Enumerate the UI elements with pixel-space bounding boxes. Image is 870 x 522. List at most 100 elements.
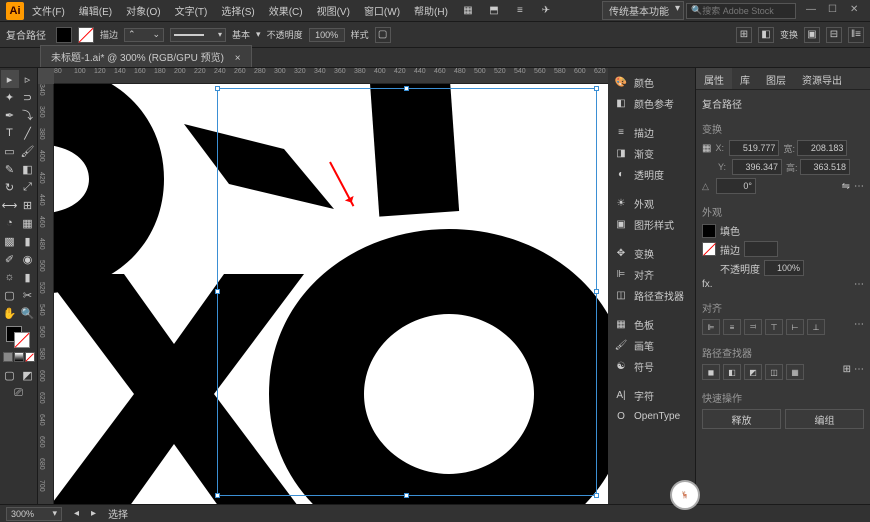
tab-export[interactable]: 资源导出: [794, 68, 850, 89]
align-bottom-button[interactable]: ⊥: [807, 319, 825, 335]
more-align-icon[interactable]: ⋯: [854, 319, 864, 335]
menu-text[interactable]: 文字(T): [169, 1, 214, 20]
symbol-sprayer-tool[interactable]: ☼: [1, 268, 19, 286]
opacity-input[interactable]: [309, 28, 345, 42]
width-input[interactable]: 208.183: [797, 140, 847, 156]
unite-button[interactable]: ◼: [702, 364, 720, 380]
minus-front-button[interactable]: ◧: [723, 364, 741, 380]
workspace-selector[interactable]: 传统基本功能: [602, 1, 684, 20]
nav-next-icon[interactable]: ▸: [91, 508, 96, 519]
eraser-tool[interactable]: ◧: [19, 160, 37, 178]
selection-handle-s[interactable]: [404, 493, 409, 498]
tab-layers[interactable]: 图层: [758, 68, 794, 89]
color-mode-icon[interactable]: [3, 352, 13, 362]
prop-fill-swatch[interactable]: [702, 224, 716, 238]
prop-stroke-weight[interactable]: [744, 241, 778, 257]
tab-libraries[interactable]: 库: [732, 68, 758, 89]
minimize-button[interactable]: —: [806, 4, 820, 18]
bridge-icon[interactable]: ▦: [460, 3, 476, 19]
hand-tool[interactable]: ✋: [1, 304, 19, 322]
type-tool[interactable]: T: [1, 124, 19, 142]
panel-opentype[interactable]: OOpenType: [608, 406, 695, 426]
more-appearance-icon[interactable]: ⋯: [854, 279, 864, 290]
blend-tool[interactable]: ◉: [19, 250, 37, 268]
gradient-mode-icon[interactable]: [14, 352, 24, 362]
scale-tool[interactable]: ⤢: [19, 178, 37, 196]
pref-icon[interactable]: ⊟: [826, 27, 842, 43]
expand-icon[interactable]: ⊞: [843, 364, 851, 380]
artboard-tool[interactable]: ▢: [1, 286, 19, 304]
paintbrush-tool[interactable]: 🖌: [19, 142, 37, 160]
stroke-swatch[interactable]: [78, 27, 94, 43]
y-input[interactable]: 396.347: [732, 159, 782, 175]
shape-icon[interactable]: ◧: [758, 27, 774, 43]
panel-color-guide[interactable]: ◧颜色参考: [608, 93, 695, 114]
none-mode-icon[interactable]: [25, 352, 35, 362]
document-tab[interactable]: 未标题-1.ai* @ 300% (RGB/GPU 预览) ×: [40, 45, 252, 67]
menu-select[interactable]: 选择(S): [215, 1, 260, 20]
angle-input[interactable]: 0°: [716, 178, 756, 194]
menu-edit[interactable]: 编辑(E): [73, 1, 118, 20]
menu-object[interactable]: 对象(O): [120, 1, 166, 20]
tab-close-icon[interactable]: ×: [235, 53, 241, 64]
more-icon[interactable]: ‖≡: [848, 27, 864, 43]
panel-align[interactable]: ⊫对齐: [608, 264, 695, 285]
ungroup-button[interactable]: 编组: [785, 409, 864, 429]
lasso-tool[interactable]: ⊃: [19, 88, 37, 106]
panel-color[interactable]: 🎨颜色: [608, 72, 695, 93]
mesh-tool[interactable]: ▩: [1, 232, 19, 250]
artboard[interactable]: [54, 84, 608, 504]
x-input[interactable]: 519.777: [729, 140, 779, 156]
gradient-tool[interactable]: ▮: [19, 232, 37, 250]
curvature-tool[interactable]: ⤵: [19, 106, 37, 124]
menu-view[interactable]: 视图(V): [311, 1, 356, 20]
menu-effect[interactable]: 效果(C): [263, 1, 309, 20]
selection-handle-se[interactable]: [594, 493, 599, 498]
height-input[interactable]: 363.518: [800, 159, 850, 175]
selection-handle-e[interactable]: [594, 289, 599, 294]
width-tool[interactable]: ⟷: [1, 196, 19, 214]
panel-gradient[interactable]: ◨渐变: [608, 143, 695, 164]
maximize-button[interactable]: ☐: [828, 4, 842, 18]
pen-tool[interactable]: ✒: [1, 106, 19, 124]
draw-behind-icon[interactable]: ◩: [19, 366, 37, 384]
magic-wand-tool[interactable]: ✦: [1, 88, 19, 106]
nav-prev-icon[interactable]: ◂: [74, 508, 79, 519]
menu-file[interactable]: 文件(F): [26, 1, 71, 20]
selection-handle-w[interactable]: [215, 289, 220, 294]
align-left-button[interactable]: ⊫: [702, 319, 720, 335]
stroke-weight-input[interactable]: ⌃⌄: [124, 28, 164, 42]
stroke-profile-select[interactable]: [170, 28, 226, 42]
panel-pathfinder[interactable]: ◫路径查找器: [608, 285, 695, 306]
free-transform-tool[interactable]: ⊞: [19, 196, 37, 214]
align-hcenter-button[interactable]: ≡: [723, 319, 741, 335]
send-icon[interactable]: ✈: [538, 3, 554, 19]
exclude-button[interactable]: ◫: [765, 364, 783, 380]
transform-link[interactable]: 变换: [780, 28, 798, 41]
reference-point-icon[interactable]: ▦: [702, 143, 711, 154]
release-button[interactable]: 释放: [702, 409, 781, 429]
stroke-color-swatch[interactable]: [14, 332, 30, 348]
fx-label[interactable]: fx.: [702, 279, 713, 290]
rotate-tool[interactable]: ↻: [1, 178, 19, 196]
menu-help[interactable]: 帮助(H): [408, 1, 454, 20]
align-right-button[interactable]: ⫤: [744, 319, 762, 335]
panel-transform[interactable]: ✥变换: [608, 243, 695, 264]
align-vcenter-button[interactable]: ⊢: [786, 319, 804, 335]
graph-tool[interactable]: ▮: [19, 268, 37, 286]
canvas-area[interactable]: 8010012014016018020022024026028030032034…: [38, 68, 608, 504]
panel-graphic-styles[interactable]: ▣图形样式: [608, 214, 695, 235]
panel-character[interactable]: A|字符: [608, 385, 695, 406]
panel-stroke[interactable]: ≡描边: [608, 122, 695, 143]
menu-window[interactable]: 窗口(W): [358, 1, 406, 20]
fill-swatch[interactable]: [56, 27, 72, 43]
flip-h-icon[interactable]: ⇋: [842, 181, 850, 192]
close-button[interactable]: ✕: [850, 4, 864, 18]
selection-handle-n[interactable]: [404, 86, 409, 91]
align-icon[interactable]: ⊞: [736, 27, 752, 43]
intersect-button[interactable]: ◩: [744, 364, 762, 380]
screen-mode-icon[interactable]: ⎚: [10, 384, 28, 402]
arrange-icon[interactable]: ⬒: [486, 3, 502, 19]
line-tool[interactable]: ╱: [19, 124, 37, 142]
fill-stroke-swatches[interactable]: [4, 326, 34, 350]
